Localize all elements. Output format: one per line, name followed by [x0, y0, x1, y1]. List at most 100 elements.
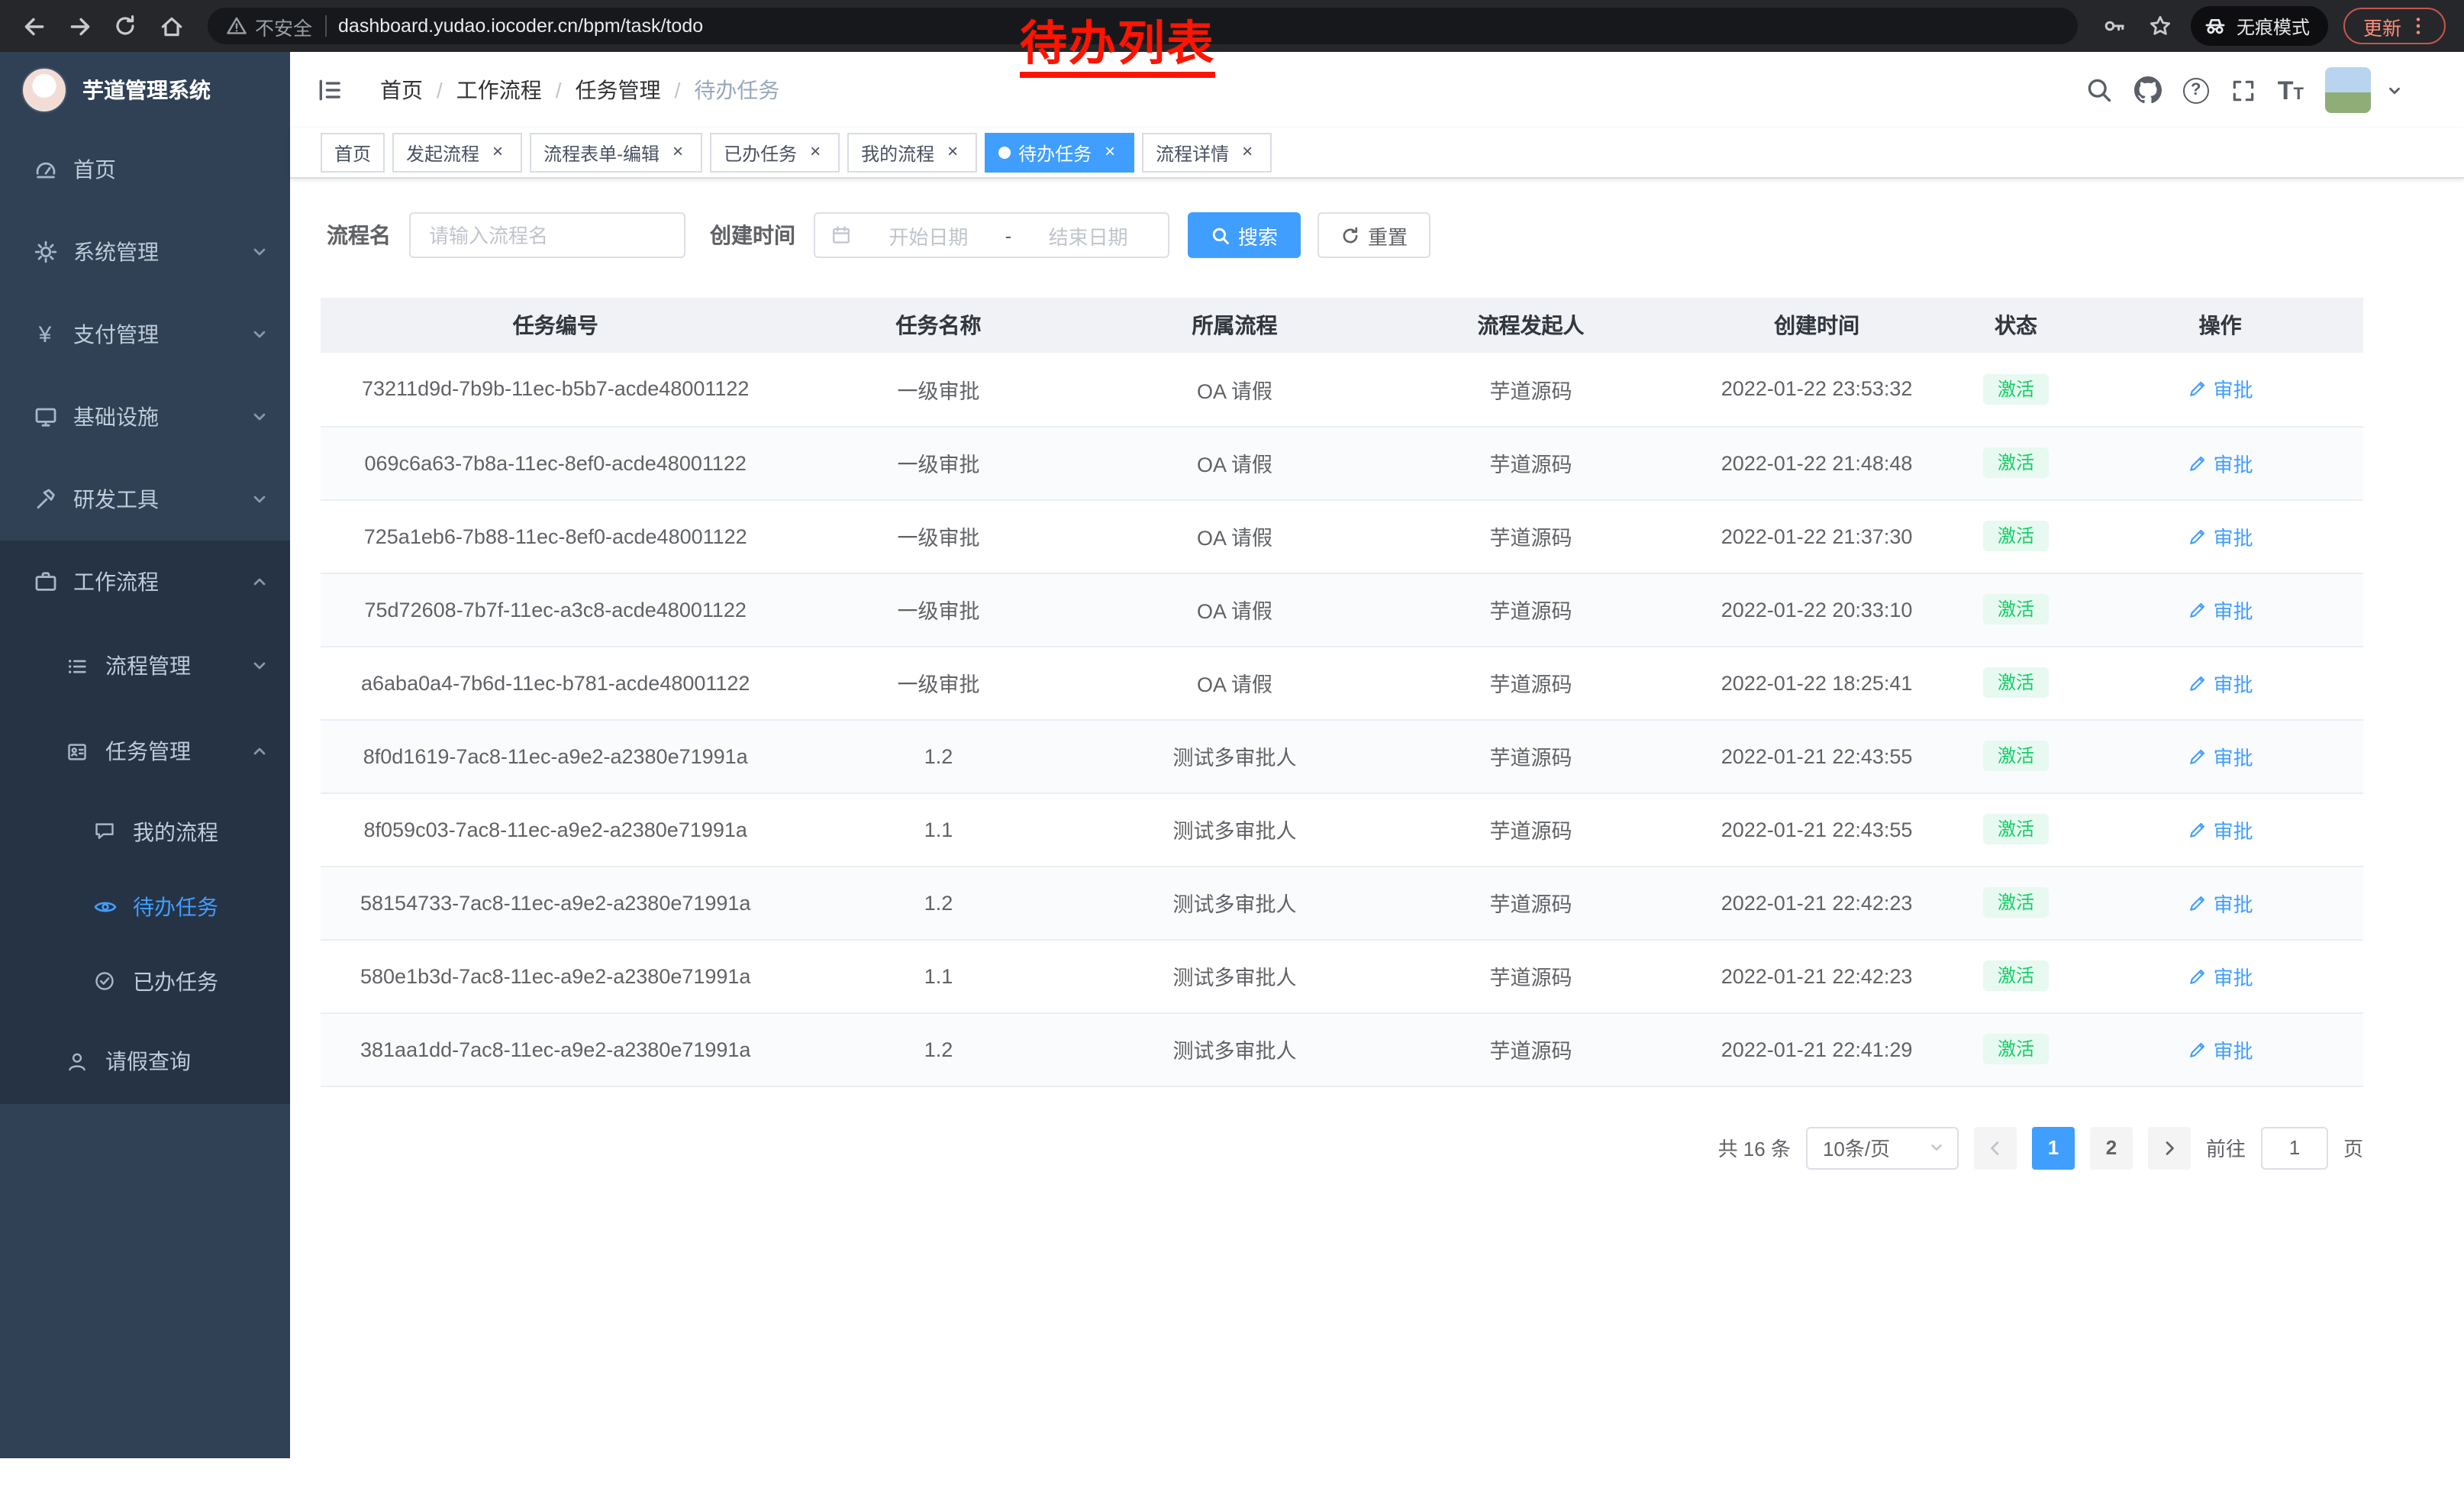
approve-link[interactable]: 审批	[2188, 375, 2253, 404]
search-icon[interactable]	[2085, 76, 2113, 104]
task-id-cell: 8f059c03-7ac8-11ec-a9e2-a2380e71991a	[321, 792, 790, 866]
pagination: 共 16 条 10条/页 1 2 前往	[321, 1126, 2363, 1169]
tag-my-process[interactable]: 我的流程×	[847, 133, 977, 173]
approve-link[interactable]: 审批	[2188, 521, 2253, 550]
tag-process-detail[interactable]: 流程详情×	[1142, 133, 1272, 173]
status-badge: 激活	[1984, 447, 2048, 478]
warning-icon	[226, 15, 247, 37]
help-icon[interactable]: ?	[2183, 77, 2209, 103]
approve-link[interactable]: 审批	[2188, 961, 2253, 990]
logo-avatar	[21, 67, 67, 113]
process-name-input[interactable]	[409, 212, 685, 258]
app-logo[interactable]: 芋道管理系统	[0, 52, 290, 128]
sidebar-item-infra[interactable]: 基础设施	[0, 376, 290, 458]
breadcrumb-separator: /	[437, 78, 443, 102]
reload-icon[interactable]	[104, 5, 147, 47]
avatar[interactable]	[2325, 67, 2371, 113]
sidebar-collapse-icon[interactable]	[316, 76, 343, 104]
task-id-cell: 8f0d1619-7ac8-11ec-a9e2-a2380e71991a	[321, 719, 790, 792]
close-icon[interactable]: ×	[1099, 142, 1121, 163]
close-icon[interactable]: ×	[805, 142, 826, 163]
briefcase-icon	[32, 570, 58, 594]
page-size-select[interactable]: 10条/页	[1806, 1126, 1959, 1169]
process-cell: 测试多审批人	[1086, 939, 1382, 1012]
key-icon[interactable]	[2093, 5, 2136, 47]
task-name-cell: 1.1	[790, 939, 1086, 1012]
sidebar-item-todo-tasks[interactable]: 待办任务	[0, 869, 290, 944]
search-button[interactable]: 搜索	[1188, 212, 1301, 258]
reset-button[interactable]: 重置	[1317, 212, 1430, 258]
tag-form-edit[interactable]: 流程表单-编辑×	[530, 133, 702, 173]
sidebar-item-process-mgmt[interactable]: 流程管理	[0, 623, 290, 709]
task-id-cell: 58154733-7ac8-11ec-a9e2-a2380e71991a	[321, 866, 790, 939]
process-cell: OA 请假	[1086, 426, 1382, 499]
home-icon[interactable]	[150, 5, 192, 47]
sidebar-item-task-mgmt[interactable]: 任务管理	[0, 709, 290, 794]
close-icon[interactable]: ×	[487, 142, 508, 163]
approve-link[interactable]: 审批	[2188, 815, 2253, 844]
sidebar-item-workflow[interactable]: 工作流程	[0, 541, 290, 623]
process-cell: 测试多审批人	[1086, 719, 1382, 792]
topbar: 首页 / 工作流程 / 任务管理 / 待办任务 ?	[290, 52, 2464, 128]
sidebar-item-home[interactable]: 首页	[0, 128, 290, 211]
task-id-cell: 73211d9d-7b9b-11ec-b5b7-acde48001122	[321, 353, 790, 426]
chevron-down-icon	[250, 243, 269, 261]
edit-pencil-icon	[2188, 819, 2208, 839]
sidebar-item-done-tasks[interactable]: 已办任务	[0, 944, 290, 1018]
tag-todo-tasks[interactable]: 待办任务×	[985, 133, 1134, 173]
prev-page-button[interactable]	[1974, 1126, 2017, 1169]
task-name-cell: 1.2	[790, 719, 1086, 792]
sidebar: 芋道管理系统 首页 系统管理 ¥ 支付管理	[0, 52, 290, 1458]
active-dot	[998, 147, 1011, 159]
approve-link[interactable]: 审批	[2188, 741, 2253, 770]
update-button[interactable]: 更新	[2343, 8, 2446, 44]
breadcrumb-item-task-mgmt[interactable]: 任务管理	[576, 75, 661, 105]
created-cell: 2022-01-21 22:42:23	[1679, 939, 1954, 1012]
sidebar-item-payment[interactable]: ¥ 支付管理	[0, 293, 290, 376]
chevron-down-icon	[250, 657, 269, 675]
edit-pencil-icon	[2188, 1039, 2208, 1059]
fullscreen-icon[interactable]	[2230, 77, 2256, 103]
task-name-cell: 1.1	[790, 792, 1086, 866]
back-icon[interactable]	[12, 5, 55, 47]
approve-link[interactable]: 审批	[2188, 448, 2253, 477]
sidebar-item-leave-query[interactable]: 请假查询	[0, 1018, 290, 1104]
breadcrumb-item-workflow[interactable]: 工作流程	[456, 75, 542, 105]
task-id-cell: 069c6a63-7b8a-11ec-8ef0-acde48001122	[321, 426, 790, 499]
page-button-1[interactable]: 1	[2032, 1126, 2075, 1169]
approve-link[interactable]: 审批	[2188, 1035, 2253, 1064]
edit-pencil-icon	[2188, 526, 2208, 546]
next-page-button[interactable]	[2148, 1126, 2191, 1169]
sidebar-item-devtools[interactable]: 研发工具	[0, 458, 290, 541]
app-window: 芋道管理系统 首页 系统管理 ¥ 支付管理	[0, 52, 2464, 1458]
font-size-icon[interactable]: TT	[2278, 77, 2304, 103]
goto-page-input[interactable]	[2261, 1126, 2328, 1169]
breadcrumb-item-current: 待办任务	[694, 75, 779, 105]
breadcrumb-item-home[interactable]: 首页	[380, 75, 423, 105]
bookmark-star-icon[interactable]	[2139, 5, 2182, 47]
close-icon[interactable]: ×	[1237, 142, 1258, 163]
task-id-cell: 75d72608-7b7f-11ec-a3c8-acde48001122	[321, 573, 790, 646]
approve-link[interactable]: 审批	[2188, 595, 2253, 624]
created-cell: 2022-01-22 20:33:10	[1679, 573, 1954, 646]
status-badge: 激活	[1984, 741, 2048, 771]
close-icon[interactable]: ×	[667, 142, 689, 163]
approve-link[interactable]: 审批	[2188, 888, 2253, 917]
tag-start-process[interactable]: 发起流程×	[392, 133, 522, 173]
approve-link[interactable]: 审批	[2188, 668, 2253, 697]
avatar-caret-icon[interactable]	[2386, 82, 2403, 98]
security-indicator[interactable]: 不安全	[226, 11, 312, 40]
initiator-cell: 芋道源码	[1382, 646, 1679, 719]
github-icon[interactable]	[2134, 76, 2162, 104]
sidebar-item-my-process[interactable]: 我的流程	[0, 794, 290, 869]
tag-home[interactable]: 首页	[321, 133, 385, 173]
status-badge: 激活	[1984, 521, 2048, 551]
sidebar-item-system[interactable]: 系统管理	[0, 211, 290, 293]
forward-icon[interactable]	[58, 5, 101, 47]
close-icon[interactable]: ×	[942, 142, 963, 163]
date-range-picker[interactable]: 开始日期 - 结束日期	[814, 212, 1169, 258]
incognito-icon	[2203, 14, 2227, 38]
tag-done-tasks[interactable]: 已办任务×	[710, 133, 840, 173]
task-name-cell: 1.2	[790, 866, 1086, 939]
page-button-2[interactable]: 2	[2090, 1126, 2133, 1169]
